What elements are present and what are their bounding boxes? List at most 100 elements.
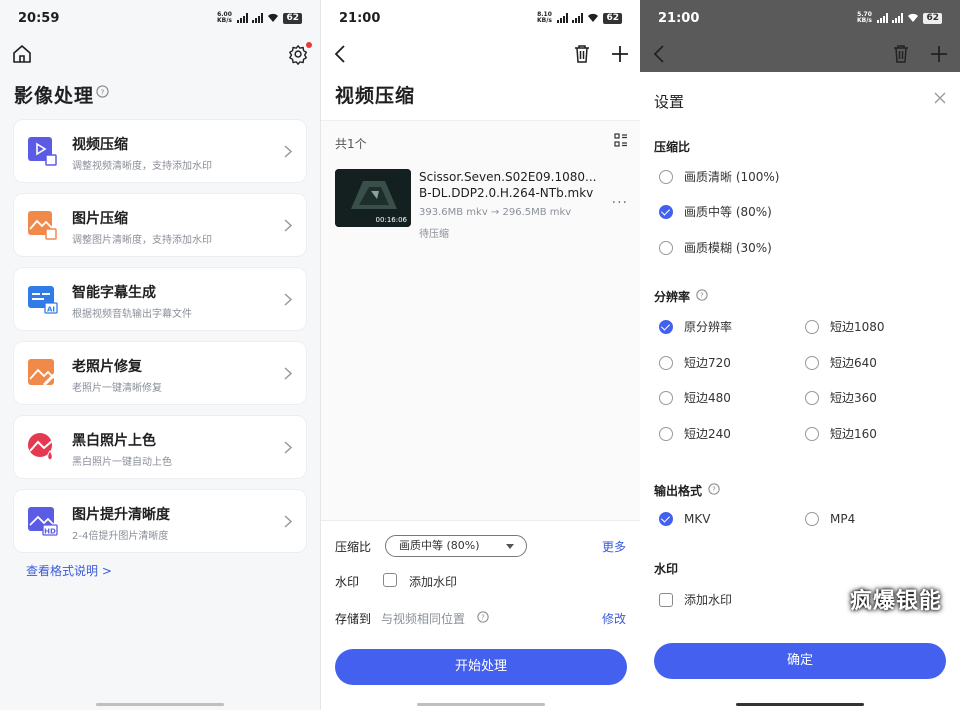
chevron-right-icon [284,367,292,380]
radio-button [805,319,819,334]
chevron-right-icon [284,219,292,232]
back-arrow-icon[interactable] [333,44,347,64]
wifi-icon [588,13,599,22]
modify-location-button[interactable]: 修改 [602,610,626,627]
svg-text:HD: HD [44,528,56,536]
help-icon[interactable]: ? [477,611,489,623]
menu-item-smart-subtitle[interactable]: AI 智能字幕生成 根据视频音轨输出字幕文件 [13,267,307,331]
status-bar: 21:00 8.10 KB/s 62 [321,0,640,36]
resolution-section-title: 分辨率 [654,290,691,304]
radio-button [659,355,673,370]
watermark-text: 疯爆银能 [849,589,942,614]
status-bar: 21:00 5.70 KB/s 62 [640,0,960,36]
ratio-option-medium[interactable]: 画质中等 (80%) [659,203,772,220]
menu-item-video-compress[interactable]: 视频压缩 调整视频清晰度，支持添加水印 [13,119,307,183]
help-icon[interactable]: ? [96,85,109,98]
menu-item-photo-restore[interactable]: 老照片修复 老照片一键清晰修复 [13,341,307,405]
signal-icon [557,13,569,23]
ratio-option-clear[interactable]: 画质清晰 (100%) [659,168,780,185]
gesture-bar [417,703,545,706]
menu-item-subtitle: 调整视频清晰度，支持添加水印 [72,161,212,172]
trash-icon[interactable] [573,44,591,64]
battery-icon: 62 [283,12,302,24]
add-icon[interactable] [611,45,629,63]
page-title: 影像处理 [14,85,95,107]
menu-item-subtitle: 黑白照片一键自动上色 [72,457,172,468]
status-time: 20:59 [18,11,60,26]
ratio-option-blurry[interactable]: 画质模糊 (30%) [659,239,772,256]
option-label: 短边240 [684,427,731,441]
trash-icon [894,45,908,63]
settings-sheet-screen: 21:00 5.70 KB/s 62 设置 压缩比 画质清晰 (100%) 画质… [640,0,960,710]
more-options-icon[interactable]: ··· [612,195,628,211]
ratio-dropdown[interactable]: 画质中等 (80%) [385,535,527,557]
colorize-icon [28,433,53,461]
help-icon[interactable]: ? [708,483,720,495]
net-speed: 8.10 KB/s [536,11,552,24]
watermark-label: 水印 [335,575,360,589]
radio-button [659,426,673,441]
home-icon[interactable] [12,44,32,64]
file-size: 393.6MB mkv → 296.5MB mkv [419,207,572,218]
watermark-option[interactable]: 添加水印 [659,591,732,608]
menu-item-image-compress[interactable]: 图片压缩 调整图片清晰度，支持添加水印 [13,193,307,257]
format-option-mkv[interactable]: MKV [659,512,710,526]
status-time: 21:00 [658,11,700,26]
radio-button [805,426,819,441]
battery-icon: 62 [603,12,622,24]
list-view-icon[interactable] [614,133,628,147]
radio-button [805,512,819,526]
menu-item-subtitle: 调整图片清晰度，支持添加水印 [72,235,212,246]
radio-button [805,390,819,405]
radio-button [659,169,673,184]
svg-text:?: ? [712,486,716,494]
chevron-right-icon [284,441,292,454]
file-name: Scissor.Seven.S02E09.1080... B-DL.DDP2.0… [419,170,597,200]
option-label: 短边1080 [830,320,885,334]
resolution-option-1080[interactable]: 短边1080 [805,318,885,335]
format-option-mp4[interactable]: MP4 [805,512,855,526]
more-button[interactable]: 更多 [602,538,626,555]
help-icon[interactable]: ? [696,289,708,301]
settings-button[interactable] [288,42,312,66]
menu-item-title: 老照片修复 [72,359,142,375]
file-count: 共1个 [335,137,367,151]
radio-button [659,240,673,255]
watermark-checkbox[interactable] [383,573,397,587]
resolution-option-240[interactable]: 短边240 [659,425,731,442]
radio-button [659,390,673,405]
wifi-icon [908,13,919,22]
ratio-label: 压缩比 [335,540,372,554]
chevron-right-icon [284,515,292,528]
menu-item-colorize[interactable]: 黑白照片上色 黑白照片一键自动上色 [13,415,307,479]
format-info-link[interactable]: 查看格式说明 > [26,562,112,579]
resolution-option-720[interactable]: 短边720 [659,354,731,371]
image-processing-screen: 20:59 6.00 KB/s 62 影像处理 ? 视频压缩 调整视频清晰度，支… [0,0,320,710]
menu-item-hd-enhance[interactable]: HD 图片提升清晰度 2-4倍提升图片清晰度 [13,489,307,553]
start-processing-button[interactable]: 开始处理 [335,649,627,685]
store-location: 与视频相同位置 [381,612,466,626]
video-compress-screen: 21:00 8.10 KB/s 62 视频压缩 共1个 00:16:06 Sci… [320,0,640,710]
signal-icon [572,13,584,23]
add-icon [931,46,947,62]
resolution-option-original[interactable]: 原分辨率 [659,318,732,335]
resolution-option-480[interactable]: 短边480 [659,389,731,406]
svg-text:?: ? [700,292,704,300]
resolution-option-160[interactable]: 短边160 [805,425,877,442]
file-list: 共1个 00:16:06 Scissor.Seven.S02E09.1080..… [321,120,640,520]
resolution-option-360[interactable]: 短边360 [805,389,877,406]
menu-item-subtitle: 2-4倍提升图片清晰度 [72,531,169,542]
resolution-option-640[interactable]: 短边640 [805,354,877,371]
confirm-button[interactable]: 确定 [654,643,946,679]
menu-item-title: 视频压缩 [72,137,128,153]
option-label: 画质模糊 (30%) [684,241,772,255]
svg-text:?: ? [481,614,485,622]
watermark-checkbox [659,592,673,607]
video-thumbnail[interactable]: 00:16:06 [335,169,411,227]
radio-button-selected [659,204,673,219]
menu-item-title: 智能字幕生成 [72,285,156,301]
chevron-right-icon [284,145,292,158]
close-icon[interactable] [934,92,946,104]
video-duration: 00:16:06 [375,216,407,224]
menu-item-title: 图片提升清晰度 [72,507,170,523]
